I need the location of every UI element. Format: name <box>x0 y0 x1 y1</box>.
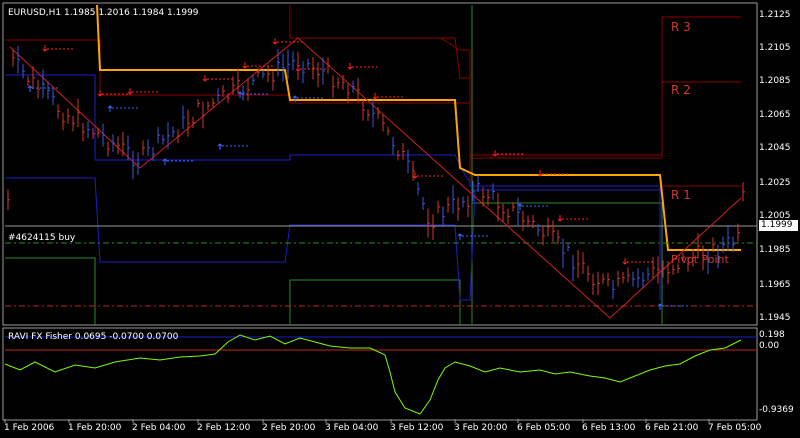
time-axis-label: 2 Feb 20:00 <box>262 423 316 433</box>
down-arrow-icon <box>242 62 248 69</box>
lower-band <box>5 177 661 301</box>
down-arrow-icon <box>557 215 563 222</box>
down-arrow-icon <box>127 88 133 95</box>
up-arrow-icon <box>517 203 523 210</box>
price-axis-label: 1.2105 <box>759 43 791 53</box>
pivot-line <box>96 4 741 251</box>
price-axis-label: 1.1965 <box>759 280 791 290</box>
time-axis-label: 3 Feb 12:00 <box>390 423 444 433</box>
r2-line <box>440 37 741 156</box>
up-arrow-icon <box>657 303 663 310</box>
time-axis-label: 1 Feb 20:00 <box>68 423 122 433</box>
time-axis-label: 6 Feb 13:00 <box>582 423 636 433</box>
mt4-chart-window: EURUSD,H1 1.1985 1.2016 1.1984 1.1999 #4… <box>0 0 800 438</box>
r2-label: R 2 <box>671 83 691 97</box>
time-axis-label: 1 Feb 2006 <box>4 423 55 433</box>
time-axis-label: 7 Feb 05:00 <box>708 423 762 433</box>
price-axis-label: 1.2085 <box>759 76 791 86</box>
pivot-label: Pivot Point <box>671 253 729 266</box>
down-arrow-icon <box>272 38 278 45</box>
r3-label: R 3 <box>671 20 691 34</box>
down-arrow-icon <box>42 45 48 52</box>
price-axis-label: 1.2125 <box>759 10 791 20</box>
chart-header: EURUSD,H1 1.1985 1.2016 1.1984 1.1999 <box>8 8 199 18</box>
indicator-header: RAVI FX Fisher 0.0695 -0.0700 0.0700 <box>8 332 179 342</box>
time-axis-label: 3 Feb 04:00 <box>325 423 379 433</box>
time-axis-label: 6 Feb 05:00 <box>517 423 571 433</box>
indicator-axis-zero: 0.00 <box>759 341 780 351</box>
time-axis-label: 6 Feb 21:00 <box>645 423 699 433</box>
zigzag-line <box>9 37 742 319</box>
current-price-box: 1.1999 <box>759 220 798 231</box>
time-axis-label: 2 Feb 04:00 <box>132 423 186 433</box>
down-arrow-icon <box>492 150 498 157</box>
candles <box>7 45 745 300</box>
down-arrow-icon <box>622 258 628 265</box>
up-arrow-icon <box>457 233 463 240</box>
down-arrow-icon <box>372 93 378 100</box>
price-axis-label: 1.2065 <box>759 110 791 120</box>
time-axis-label: 3 Feb 20:00 <box>454 423 508 433</box>
order-label: #4624115 buy <box>8 233 76 243</box>
down-arrow-icon <box>537 170 543 177</box>
s3b-line <box>472 202 663 325</box>
up-arrow-icon <box>27 85 33 92</box>
r1-label: R 1 <box>671 188 691 202</box>
up-arrow-icon <box>217 143 223 150</box>
fisher-line <box>4 334 742 415</box>
main-panel-border <box>2 2 758 326</box>
price-axis-label: 1.1985 <box>759 245 791 255</box>
s1-line <box>5 257 96 325</box>
indicator-axis-top: 0.198 <box>759 330 785 340</box>
down-arrow-icon <box>347 63 353 70</box>
price-axis-label: 1.2025 <box>759 178 791 188</box>
up-arrow-icon <box>107 105 113 112</box>
price-axis-label: 1.1945 <box>759 313 791 323</box>
time-axis-label: 2 Feb 12:00 <box>197 423 251 433</box>
up-arrow-icon <box>162 158 168 165</box>
price-axis-label: 1.2045 <box>759 143 791 153</box>
down-arrow-icon <box>202 75 208 82</box>
s2-line <box>289 279 461 325</box>
down-arrow-icon <box>412 172 418 179</box>
down-arrow-icon <box>97 90 103 97</box>
price-chart[interactable] <box>0 0 800 438</box>
indicator-axis-bottom: -0.9369 <box>759 405 794 415</box>
